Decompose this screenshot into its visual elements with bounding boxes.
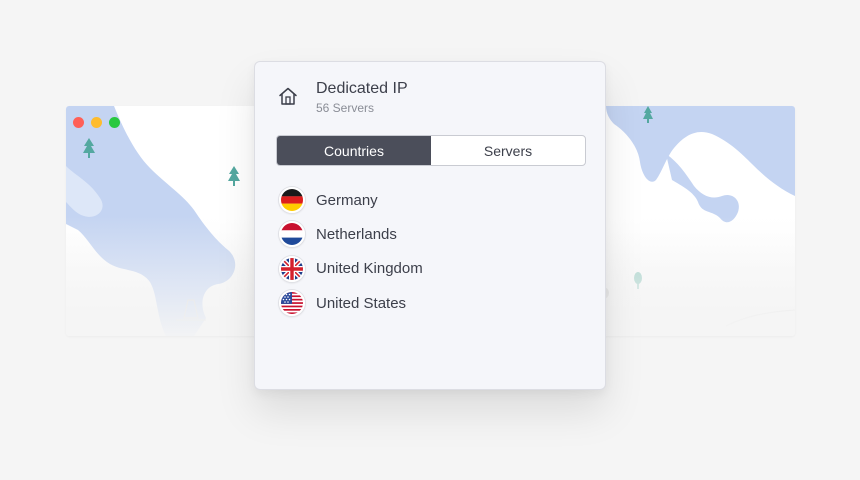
country-item-united-kingdom[interactable]: United Kingdom [279, 252, 605, 286]
zoom-window-button[interactable] [109, 117, 120, 128]
home-icon [277, 85, 299, 107]
map-water-bay [666, 154, 739, 223]
netherlands-flag-icon [279, 221, 305, 248]
minimize-window-button[interactable] [91, 117, 102, 128]
close-window-button[interactable] [73, 117, 84, 128]
dedicated-ip-panel: Dedicated IP 56 Servers Countries Server… [254, 61, 606, 390]
country-item-netherlands[interactable]: Netherlands [279, 217, 605, 251]
germany-flag-icon [279, 187, 305, 214]
country-name: Germany [316, 191, 378, 209]
country-item-germany[interactable]: Germany [279, 183, 605, 217]
country-name: United States [316, 294, 407, 312]
panel-title: Dedicated IP [316, 80, 408, 97]
country-name: United Kingdom [316, 260, 423, 278]
view-segmented-control: Countries Servers [276, 135, 586, 166]
map-water-right [606, 106, 795, 196]
united-states-flag-icon [279, 290, 305, 317]
tab-countries[interactable]: Countries [277, 136, 431, 165]
server-count: 56 Servers [316, 101, 375, 115]
tab-servers[interactable]: Servers [431, 136, 585, 165]
country-item-united-states[interactable]: United States [279, 286, 605, 320]
united-kingdom-flag-icon [279, 255, 305, 282]
tree-icon [228, 166, 240, 186]
country-list: Germany Netherlands United Kingdom Unite… [279, 183, 605, 320]
country-name: Netherlands [316, 225, 397, 243]
